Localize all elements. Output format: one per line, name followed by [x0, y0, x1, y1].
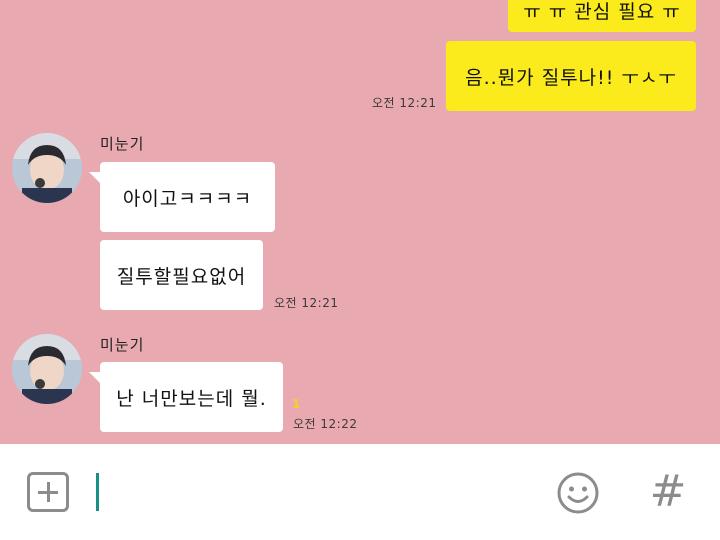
my-message-bubble[interactable]: ㅠ ㅠ 관심 필요 ㅠ: [508, 0, 696, 32]
my-message-bubble[interactable]: 음..뭔가 질투나!! ㅜㅅㅜ: [446, 41, 696, 111]
unread-count: 1: [292, 397, 301, 411]
message-text: 음..뭔가 질투나!! ㅜㅅㅜ: [465, 66, 677, 89]
message-text: 아이고ㅋㅋㅋㅋ: [122, 187, 253, 210]
message-time: 오전 12:21: [372, 96, 437, 110]
message-text: 질투할필요없어: [116, 265, 247, 288]
message-text: ㅠ ㅠ 관심 필요 ㅠ: [523, 0, 681, 23]
sender-name: 미눈기: [100, 135, 145, 153]
sender-name: 미눈기: [100, 336, 145, 354]
plus-icon[interactable]: [27, 472, 69, 512]
text-cursor: [96, 473, 99, 511]
message-time: 오전 12:22: [293, 417, 358, 431]
avatar[interactable]: [12, 334, 82, 404]
profile-photo: [12, 334, 82, 404]
avatar[interactable]: [12, 133, 82, 203]
their-message-bubble[interactable]: 아이고ㅋㅋㅋㅋ: [100, 162, 275, 232]
chat-area[interactable]: ㅠ ㅠ 관심 필요 ㅠ 오전 12:21 음..뭔가 질투나!! ㅜㅅㅜ 미눈기…: [0, 0, 720, 444]
their-message-bubble[interactable]: 질투할필요없어: [100, 240, 263, 310]
smiley-glyph: [557, 472, 599, 514]
profile-photo: [12, 133, 82, 203]
message-text: 난 너만보는데 뭘.: [116, 387, 267, 410]
hashtag-icon[interactable]: #: [648, 468, 688, 516]
smiley-icon[interactable]: [556, 471, 600, 515]
message-time: 오전 12:21: [274, 296, 339, 310]
message-input[interactable]: [100, 468, 530, 516]
their-message-bubble[interactable]: 난 너만보는데 뭘.: [100, 362, 283, 432]
